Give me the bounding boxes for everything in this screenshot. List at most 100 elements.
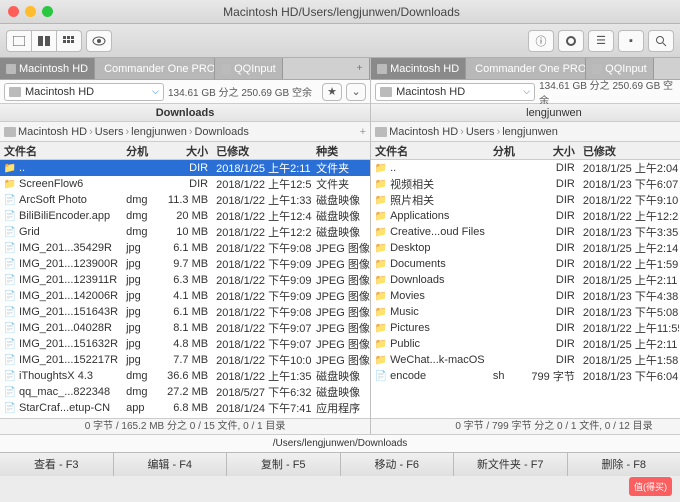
tab[interactable]: Macintosh HD xyxy=(371,58,466,79)
table-row[interactable]: 📄ArcSoft Photodmg11.3 MB2018/1/22 上午1:33… xyxy=(0,192,370,208)
table-row[interactable]: 📁视频相关DIR2018/1/23 下午6:07文件夹 xyxy=(371,176,680,192)
folder-icon: 📁 xyxy=(375,242,387,254)
table-row[interactable]: 📁PublicDIR2018/1/25 上午2:11文件夹 xyxy=(371,336,680,352)
table-row[interactable]: 📄IMG_201...123900Rjpg9.7 MB2018/1/22 下午9… xyxy=(0,256,370,272)
file-date: 2018/1/22 下午9:09 xyxy=(212,256,312,272)
folder-icon: 📁 xyxy=(375,162,387,174)
table-row[interactable]: 📄IMG_201...35429Rjpg6.1 MB2018/1/22 下午9:… xyxy=(0,240,370,256)
crumb[interactable]: Users xyxy=(95,126,124,138)
view-full-button[interactable] xyxy=(31,30,57,52)
fkey-button[interactable]: 查看 - F3 xyxy=(0,453,114,476)
table-row[interactable]: 📄encodesh799 字节2018/1/23 下午6:04shell 脚本 xyxy=(371,368,680,384)
file-date: 2018/1/22 下午9:09 xyxy=(212,272,312,288)
file-size: 36.6 MB xyxy=(158,368,212,384)
volume-space: 134.61 GB 分之 250.69 GB 空余 xyxy=(168,84,312,99)
crumb[interactable]: lengjunwen xyxy=(502,126,558,138)
volume-selector[interactable]: Macintosh HD⌵ xyxy=(4,83,164,101)
file-date: 2018/1/22 下午10:07 xyxy=(212,352,312,368)
table-row[interactable]: 📄IMG_201...123911Rjpg6.3 MB2018/1/22 下午9… xyxy=(0,272,370,288)
table-row[interactable]: 📄BiliBiliEncoder.appdmg20 MB2018/1/22 上午… xyxy=(0,208,370,224)
col-date[interactable]: 已修改 xyxy=(212,142,312,159)
col-kind[interactable]: 种类 xyxy=(312,142,370,159)
file-size: 20 MB xyxy=(158,208,212,224)
file-size: DIR xyxy=(525,160,579,176)
add-button[interactable]: + xyxy=(360,126,366,138)
col-date[interactable]: 已修改 xyxy=(579,142,679,159)
table-row[interactable]: 📄IMG_201...151643Rjpg6.1 MB2018/1/22 下午9… xyxy=(0,304,370,320)
table-row[interactable]: 📁PicturesDIR2018/1/22 上午11:55文件夹 xyxy=(371,320,680,336)
table-row[interactable]: 📄IMG_201...151632Rjpg4.8 MB2018/1/22 下午9… xyxy=(0,336,370,352)
tab[interactable]: QQInput xyxy=(215,58,283,79)
file-date: 2018/1/22 上午12:44 xyxy=(212,208,312,224)
file-date: 2018/1/24 下午7:41 xyxy=(212,400,312,416)
col-ext[interactable]: 分机 xyxy=(122,142,158,159)
col-name[interactable]: 文件名 xyxy=(0,142,122,159)
col-size[interactable]: 大小 xyxy=(158,142,212,159)
view-thumb-button[interactable] xyxy=(56,30,82,52)
hidden-files-button[interactable] xyxy=(86,30,112,52)
titlebar: Macintosh HD/Users/lengjunwen/Downloads xyxy=(0,0,680,24)
table-row[interactable]: 📁ScreenFlow6DIR2018/1/22 上午12:53文件夹 xyxy=(0,176,370,192)
file-date: 2018/1/23 下午3:35 xyxy=(579,224,679,240)
fkey-button[interactable]: 复制 - F5 xyxy=(227,453,341,476)
table-row[interactable]: 📁..DIR2018/1/25 上午2:11文件夹 xyxy=(0,160,370,176)
right-file-list[interactable]: 📁..DIR2018/1/25 上午2:04文件夹📁视频相关DIR2018/1/… xyxy=(371,160,680,418)
table-row[interactable]: 📁DocumentsDIR2018/1/22 上午1:59文件夹 xyxy=(371,256,680,272)
add-tab-button[interactable]: + xyxy=(350,58,370,79)
zoom-icon[interactable] xyxy=(42,6,53,17)
crumb[interactable]: lengjunwen xyxy=(131,126,187,138)
table-row[interactable]: 📄Griddmg10 MB2018/1/22 上午12:28磁盘映像 xyxy=(0,224,370,240)
file-ext: dmg xyxy=(122,192,158,208)
fkey-button[interactable]: 移动 - F6 xyxy=(341,453,455,476)
table-row[interactable]: 📄IMG_201...142006Rjpg4.1 MB2018/1/22 下午9… xyxy=(0,288,370,304)
col-ext[interactable]: 分机 xyxy=(489,142,525,159)
crumb[interactable]: Users xyxy=(466,126,495,138)
table-row[interactable]: 📁DownloadsDIR2018/1/25 上午2:11文件夹 xyxy=(371,272,680,288)
file-date: 2018/1/22 上午1:33 xyxy=(212,192,312,208)
tab[interactable]: Commander One PRO Pack 1.7.4 b... xyxy=(95,58,215,79)
file-kind: 磁盘映像 xyxy=(312,192,370,208)
settings-button[interactable] xyxy=(558,30,584,52)
table-row[interactable]: 📄IMG_201...152217Rjpg7.7 MB2018/1/22 下午1… xyxy=(0,352,370,368)
close-icon[interactable] xyxy=(8,6,19,17)
star-button[interactable]: ★ xyxy=(322,83,342,101)
view-brief-button[interactable] xyxy=(6,30,32,52)
info-button[interactable]: ⓘ xyxy=(528,30,554,52)
table-row[interactable]: 📁DesktopDIR2018/1/25 上午2:14文件夹 xyxy=(371,240,680,256)
table-row[interactable]: 📁Creative...oud FilesDIR2018/1/23 下午3:35… xyxy=(371,224,680,240)
tab[interactable]: Macintosh HD xyxy=(0,58,95,79)
history-button[interactable]: ⌄ xyxy=(346,83,366,101)
crumb[interactable]: Macintosh HD xyxy=(389,126,458,138)
terminal-button[interactable]: ▪ xyxy=(618,30,644,52)
table-row[interactable]: 📄iThoughtsX 4.3dmg36.6 MB2018/1/22 上午1:3… xyxy=(0,368,370,384)
table-row[interactable]: 📄StarCraf...etup-CNapp6.8 MB2018/1/24 下午… xyxy=(0,400,370,416)
crumb[interactable]: Downloads xyxy=(194,126,248,138)
file-name: IMG_201...152217R xyxy=(19,354,118,366)
table-row[interactable]: 📁WeChat...k-macOSDIR2018/1/25 上午1:58文件夹 xyxy=(371,352,680,368)
folder-icon: 📁 xyxy=(4,178,16,190)
table-row[interactable]: 📁照片相关DIR2018/1/22 下午9:10文件夹 xyxy=(371,192,680,208)
fkey-button[interactable]: 删除 - F8 xyxy=(568,453,680,476)
fkey-button[interactable]: 编辑 - F4 xyxy=(114,453,228,476)
file-ext: jpg xyxy=(122,320,158,336)
folder-icon: 📁 xyxy=(375,306,387,318)
file-icon: 📄 xyxy=(4,354,16,366)
table-row[interactable]: 📄IMG_201...04028Rjpg8.1 MB2018/1/22 下午9:… xyxy=(0,320,370,336)
left-file-list[interactable]: 📁..DIR2018/1/25 上午2:11文件夹📁ScreenFlow6DIR… xyxy=(0,160,370,418)
col-name[interactable]: 文件名 xyxy=(371,142,489,159)
queue-button[interactable]: ☰ xyxy=(588,30,614,52)
minimize-icon[interactable] xyxy=(25,6,36,17)
table-row[interactable]: 📁..DIR2018/1/25 上午2:04文件夹 xyxy=(371,160,680,176)
table-row[interactable]: 📁MoviesDIR2018/1/23 下午4:38文件夹 xyxy=(371,288,680,304)
table-row[interactable]: 📄qq_mac_...822348dmg27.2 MB2018/5/27 下午6… xyxy=(0,384,370,400)
table-row[interactable]: 📁MusicDIR2018/1/23 下午5:08文件夹 xyxy=(371,304,680,320)
search-button[interactable] xyxy=(648,30,674,52)
volume-selector[interactable]: Macintosh HD⌵ xyxy=(375,83,535,101)
fkey-button[interactable]: 新文件夹 - F7 xyxy=(454,453,568,476)
file-name: WeChat...k-macOS xyxy=(390,354,485,366)
table-row[interactable]: 📁ApplicationsDIR2018/1/22 上午12:25文件夹 xyxy=(371,208,680,224)
crumb[interactable]: Macintosh HD xyxy=(18,126,87,138)
left-tabs: Macintosh HDCommander One PRO Pack 1.7.4… xyxy=(0,58,370,80)
file-size: 4.1 MB xyxy=(158,288,212,304)
col-size[interactable]: 大小 xyxy=(525,142,579,159)
